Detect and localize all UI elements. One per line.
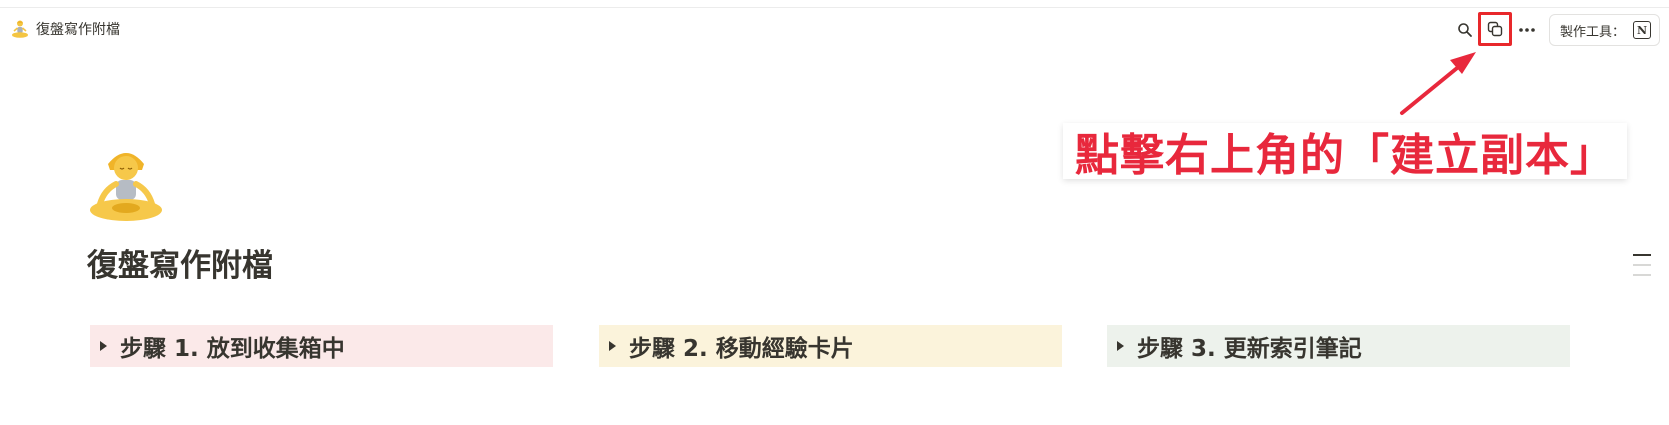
toggle-triangle-icon[interactable] bbox=[1117, 341, 1124, 351]
toggle-triangle-icon[interactable] bbox=[609, 341, 616, 351]
toggle-triangle-icon[interactable] bbox=[100, 341, 107, 351]
toggle-label: 步驟 3. 更新索引筆記 bbox=[1137, 336, 1362, 362]
toc-line bbox=[1633, 254, 1651, 256]
toggle-label: 步驟 1. 放到收集箱中 bbox=[120, 336, 345, 362]
toggle-step-1[interactable]: 步驟 1. 放到收集箱中 bbox=[90, 325, 553, 367]
toggle-step-2[interactable]: 步驟 2. 移動經驗卡片 bbox=[599, 325, 1062, 367]
toggle-step-3[interactable]: 步驟 3. 更新索引筆記 bbox=[1107, 325, 1570, 367]
toc-line bbox=[1633, 264, 1651, 266]
table-of-contents-minimap[interactable] bbox=[1633, 254, 1651, 284]
annotation-callout: 點擊右上角的「建立副本」 bbox=[1063, 123, 1627, 181]
toc-line bbox=[1633, 274, 1651, 276]
annotation-text: 點擊右上角的「建立副本」 bbox=[1075, 130, 1615, 181]
page-icon-lotus-person bbox=[90, 153, 162, 221]
toggle-label: 步驟 2. 移動經驗卡片 bbox=[629, 336, 854, 362]
page-title: 復盤寫作附檔 bbox=[87, 248, 273, 284]
